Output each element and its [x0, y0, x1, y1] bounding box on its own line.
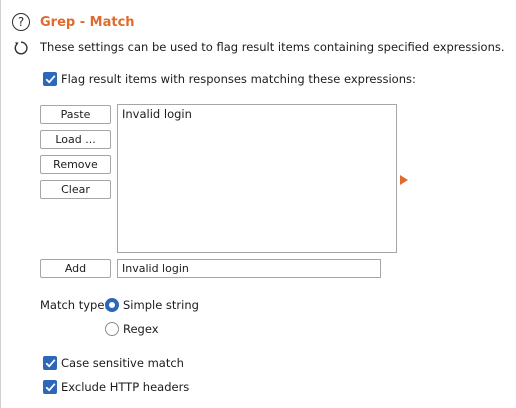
flag-results-checkbox[interactable]	[43, 72, 57, 86]
simple-string-radio[interactable]	[105, 298, 119, 312]
load-button[interactable]: Load ...	[40, 130, 111, 149]
match-type-label: Match type:	[40, 298, 109, 312]
section-description: These settings can be used to flag resul…	[40, 40, 505, 54]
flag-results-label: Flag result items with responses matchin…	[61, 72, 416, 86]
clear-button[interactable]: Clear	[40, 180, 111, 199]
add-expression-input[interactable]: Invalid login	[117, 259, 381, 278]
simple-string-label: Simple string	[123, 298, 199, 312]
add-expression-value: Invalid login	[122, 262, 189, 275]
expand-arrow-icon[interactable]	[400, 175, 408, 185]
exclude-headers-checkbox[interactable]	[43, 380, 57, 394]
paste-button[interactable]: Paste	[40, 105, 111, 124]
case-sensitive-checkbox[interactable]	[43, 356, 57, 370]
list-item[interactable]: Invalid login	[122, 107, 392, 122]
regex-label: Regex	[123, 322, 159, 336]
section-title: Grep - Match	[40, 15, 135, 30]
exclude-headers-label: Exclude HTTP headers	[61, 380, 190, 394]
regex-radio[interactable]	[105, 322, 119, 336]
help-icon-glyph: ?	[17, 15, 25, 29]
case-sensitive-label: Case sensitive match	[61, 356, 184, 370]
checkmark-icon	[45, 383, 55, 392]
remove-button[interactable]: Remove	[40, 155, 111, 174]
checkmark-icon	[45, 75, 55, 84]
help-icon[interactable]: ?	[12, 13, 30, 31]
left-border	[0, 0, 1, 408]
refresh-icon[interactable]	[12, 39, 30, 57]
expressions-list[interactable]: Invalid login	[117, 104, 397, 253]
add-button[interactable]: Add	[40, 259, 111, 278]
checkmark-icon	[45, 359, 55, 368]
